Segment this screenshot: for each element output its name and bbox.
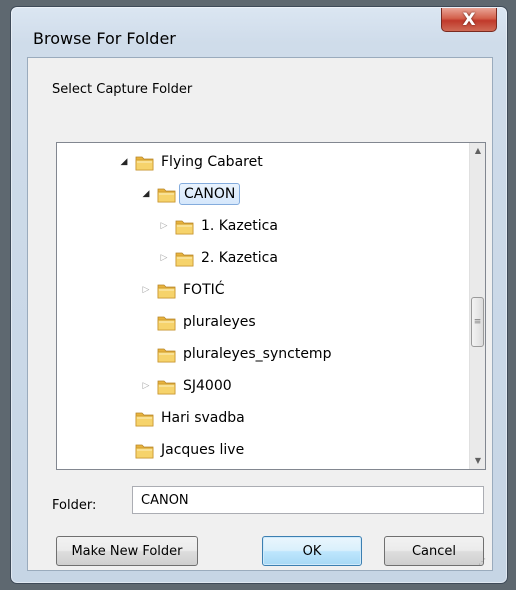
- collapsed-triangle-icon[interactable]: ▷: [139, 283, 153, 297]
- tree-item[interactable]: ▷ SJ4000: [139, 373, 232, 399]
- resize-grip-icon[interactable]: ⋰: [478, 556, 490, 568]
- tree-item-label: pluraleyes: [183, 314, 256, 330]
- tree-item-label-selected: CANON: [179, 183, 241, 205]
- collapsed-triangle-icon[interactable]: ▷: [157, 251, 171, 265]
- folder-icon: [157, 282, 177, 299]
- collapsed-triangle-icon[interactable]: ▷: [139, 379, 153, 393]
- scroll-down-arrow-icon[interactable]: ▼: [470, 453, 485, 469]
- tree-item[interactable]: ◢ Flying Cabaret: [117, 149, 263, 175]
- browse-for-folder-dialog: Browse For Folder X Select Capture Folde…: [10, 6, 508, 584]
- tree-item[interactable]: Hari svadba: [117, 405, 245, 431]
- folder-input[interactable]: [132, 486, 484, 514]
- tree-item-label: Flying Cabaret: [161, 154, 263, 170]
- cancel-button[interactable]: Cancel: [384, 536, 484, 566]
- close-button[interactable]: X: [441, 8, 497, 32]
- tree-item[interactable]: ▷ 2. Kazetica: [157, 245, 278, 271]
- tree-item[interactable]: ◢ CANON: [139, 181, 241, 207]
- tree-item-label: SJ4000: [183, 378, 232, 394]
- folder-label: Folder:: [52, 498, 97, 513]
- expanded-triangle-icon[interactable]: ◢: [139, 187, 153, 201]
- folder-icon: [175, 250, 195, 267]
- tree-item[interactable]: ▷ FOTIĆ: [139, 277, 225, 303]
- tree-item-label: Jacques live: [161, 442, 245, 458]
- folder-tree[interactable]: ◢ Flying Cabaret ◢ CANON ▷ 1. Kazetica ▷ 2. Kaz…: [56, 142, 486, 470]
- make-new-folder-button[interactable]: Make New Folder: [56, 536, 198, 566]
- folder-icon: [135, 442, 155, 459]
- tree-item[interactable]: pluraleyes_synctemp: [139, 341, 331, 367]
- tree-item[interactable]: Jacques live: [117, 437, 244, 463]
- folder-icon: [157, 186, 177, 203]
- dialog-client-area: Select Capture Folder ◢ Flying Cabaret ◢ CA…: [27, 57, 493, 571]
- ok-button[interactable]: OK: [262, 536, 362, 566]
- tree-item[interactable]: ▷ 1. Kazetica: [157, 213, 278, 239]
- tree-item-label: Hari svadba: [161, 410, 245, 426]
- folder-icon: [157, 314, 177, 331]
- scroll-up-arrow-icon[interactable]: ▲: [470, 143, 485, 159]
- folder-icon: [175, 218, 195, 235]
- dialog-prompt: Select Capture Folder: [52, 82, 193, 97]
- folder-icon: [157, 346, 177, 363]
- folder-icon: [135, 410, 155, 427]
- tree-item-label: 2. Kazetica: [201, 250, 278, 266]
- tree-item-label: 1. Kazetica: [201, 218, 278, 234]
- grip-icon: ≡: [473, 317, 482, 327]
- expanded-triangle-icon[interactable]: ◢: [117, 155, 131, 169]
- scrollbar-thumb[interactable]: ≡: [471, 297, 484, 347]
- folder-icon: [135, 154, 155, 171]
- collapsed-triangle-icon[interactable]: ▷: [157, 219, 171, 233]
- folder-icon: [157, 378, 177, 395]
- dialog-title: Browse For Folder: [33, 29, 176, 48]
- tree-item-label: pluraleyes_synctemp: [183, 346, 332, 362]
- tree-item[interactable]: pluraleyes: [139, 309, 256, 335]
- close-icon: X: [462, 9, 476, 30]
- vertical-scrollbar[interactable]: ▲ ≡ ▼: [469, 143, 485, 469]
- tree-item-label: FOTIĆ: [183, 282, 225, 298]
